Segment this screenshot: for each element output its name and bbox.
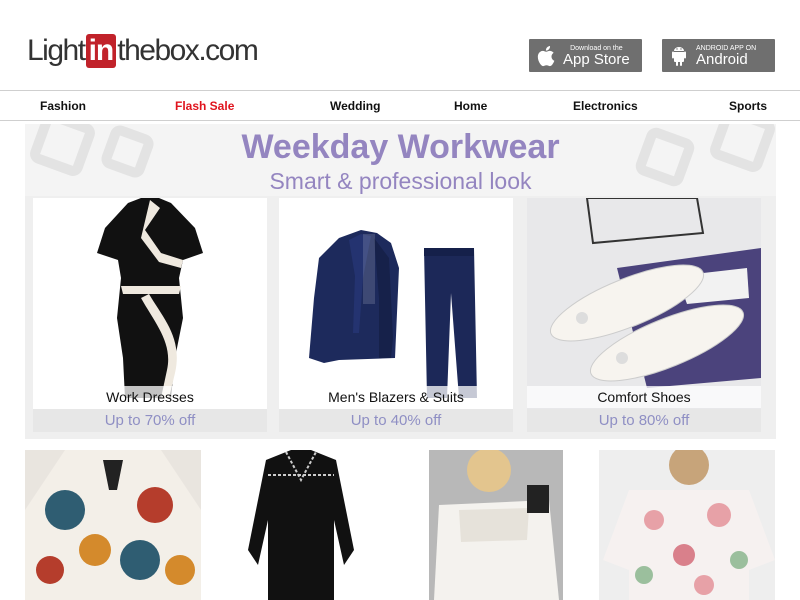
card-discount: Up to 80% off [527,409,761,432]
nav-item-fashion[interactable]: Fashion [40,99,86,113]
android-app-button[interactable]: ANDROID APP ON Android [662,39,775,72]
banner-header: Weekday Workwear Smart & professional lo… [25,124,776,196]
site-logo[interactable]: Light in thebox .com [27,33,259,69]
site-header: Light in thebox .com Download on the App St… [0,0,800,90]
blazer-suit-image [279,198,513,410]
nav-item-home[interactable]: Home [454,99,487,113]
android-icon [668,44,690,68]
printed-blouse-image [25,450,201,600]
white-lace-top-image [429,450,563,600]
logo-text-in: in [85,34,117,68]
banner-title: Weekday Workwear [241,128,560,166]
card-caption: Work Dresses [33,386,267,408]
card-caption: Comfort Shoes [527,386,761,408]
nav-item-flash-sale[interactable]: Flash Sale [175,99,234,113]
logo-text-thebox: thebox [117,34,200,67]
logo-text-com: .com [198,34,259,67]
floral-top-image [599,450,775,600]
app-store-button[interactable]: Download on the App Store [529,39,642,72]
app-store-big-text: App Store [563,50,630,68]
product-tile[interactable] [25,450,201,600]
product-tile[interactable] [429,450,563,600]
category-card-blazers-suits[interactable]: Men's Blazers & Suits Up to 40% off [279,198,513,432]
card-discount: Up to 70% off [33,409,267,432]
logo-text-light: Light [27,34,86,67]
black-blouse-image [246,450,356,600]
main-nav: Fashion Flash Sale Wedding Home Electron… [0,90,800,121]
category-card-comfort-shoes[interactable]: Comfort Shoes Up to 80% off [527,198,761,432]
card-caption: Men's Blazers & Suits [279,386,513,408]
category-card-work-dresses[interactable]: Work Dresses Up to 70% off [33,198,267,432]
nav-item-wedding[interactable]: Wedding [330,99,380,113]
product-tile[interactable] [246,450,356,600]
comfort-shoes-image [527,198,761,410]
banner-subtitle: Smart & professional look [269,168,532,194]
work-dress-image [33,198,267,410]
product-tile[interactable] [599,450,775,600]
nav-item-electronics[interactable]: Electronics [573,99,638,113]
apple-icon [535,44,557,68]
workwear-banner[interactable]: Weekday Workwear Smart & professional lo… [25,124,776,439]
nav-item-sports[interactable]: Sports [729,99,767,113]
card-discount: Up to 40% off [279,409,513,432]
android-big-text: Android [696,50,748,68]
